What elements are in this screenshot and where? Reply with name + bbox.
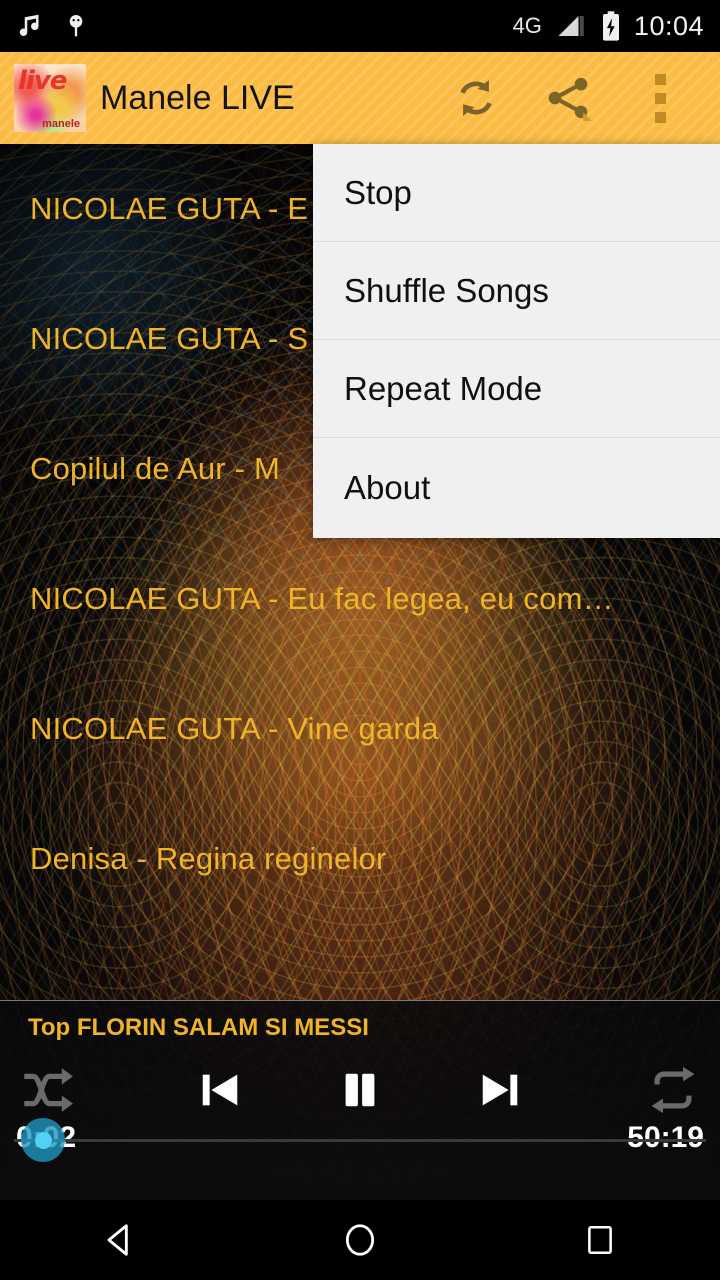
seek-bar[interactable] [0, 1118, 720, 1162]
song-title: Denisa - Regina reginelor [30, 841, 387, 876]
app-logo-text: live [18, 66, 67, 96]
list-item[interactable]: Denisa - Regina reginelor [0, 794, 720, 924]
song-title: NICOLAE GUTA - E [30, 191, 309, 226]
now-playing-title: Top FLORIN SALAM SI MESSI [28, 1014, 369, 1041]
app-bar: live manele Manele LIVE [0, 52, 720, 144]
square-recents-icon [588, 1225, 612, 1255]
repeat-button[interactable] [634, 1057, 712, 1123]
list-item[interactable]: NICOLAE GUTA - Vine garda [0, 664, 720, 794]
shuffle-button[interactable] [8, 1057, 86, 1123]
menu-item-stop[interactable]: Stop [313, 144, 720, 242]
refresh-button[interactable] [430, 52, 522, 144]
shuffle-icon [24, 1068, 73, 1112]
back-button[interactable] [60, 1200, 180, 1280]
status-bar-clock: 10:04 [633, 10, 704, 41]
app-logo-subtext: manele [42, 118, 80, 130]
overflow-menu[interactable]: Stop Shuffle Songs Repeat Mode About [313, 144, 720, 538]
page-title: Manele LIVE [100, 78, 295, 117]
song-title: NICOLAE GUTA - S [30, 321, 309, 356]
app-bar-actions [430, 52, 706, 144]
player-bar: Top FLORIN SALAM SI MESSI 50:19 [0, 1000, 720, 1200]
list-item[interactable]: NICOLAE GUTA - Eu fac legea, eu com… [0, 534, 720, 664]
status-bar: 4G 10:04 [0, 0, 720, 52]
refresh-icon [460, 80, 492, 116]
next-button[interactable] [465, 1057, 535, 1123]
song-title: NICOLAE GUTA - Eu fac legea, eu com… [30, 581, 614, 616]
app-logo: live manele [14, 64, 86, 132]
pause-icon [345, 1073, 375, 1107]
android-nav-bar [0, 1200, 720, 1280]
menu-item-shuffle-songs[interactable]: Shuffle Songs [313, 242, 720, 340]
menu-item-label: Repeat Mode [344, 369, 543, 407]
menu-item-label: Stop [344, 173, 412, 211]
overflow-menu-button[interactable] [614, 52, 706, 144]
status-bar-left-icons [16, 11, 90, 41]
menu-item-label: Shuffle Songs [344, 271, 549, 309]
previous-button[interactable] [185, 1057, 255, 1123]
network-type-label: 4G [512, 13, 542, 38]
triangle-back-icon [107, 1224, 128, 1256]
seek-track[interactable] [14, 1139, 706, 1142]
song-title: Copilul de Aur - M [30, 451, 280, 486]
phone-screen: 4G 10:04 live manele Manele LIVE NICOLAE… [0, 0, 720, 1280]
home-button[interactable] [300, 1200, 420, 1280]
menu-item-label: About [344, 469, 431, 506]
battery-charging-icon [602, 11, 619, 41]
music-note-icon [19, 14, 39, 36]
status-bar-right-icons: 4G 10:04 [513, 10, 704, 42]
skip-previous-icon [202, 1074, 238, 1106]
repeat-icon [651, 1066, 695, 1114]
song-title: NICOLAE GUTA - Vine garda [30, 711, 439, 746]
play-pause-button[interactable] [325, 1057, 395, 1123]
menu-item-repeat-mode[interactable]: Repeat Mode [313, 340, 720, 438]
android-icon [69, 15, 83, 37]
menu-item-about[interactable]: About [313, 438, 720, 538]
player-controls [0, 1057, 720, 1123]
share-icon [548, 77, 592, 121]
overflow-dots-icon [654, 73, 666, 123]
seek-thumb[interactable] [21, 1118, 65, 1162]
skip-next-icon [482, 1074, 518, 1106]
circle-home-icon [345, 1224, 375, 1256]
recents-button[interactable] [540, 1200, 660, 1280]
signal-bars-icon [558, 16, 584, 36]
share-button[interactable] [522, 52, 614, 144]
